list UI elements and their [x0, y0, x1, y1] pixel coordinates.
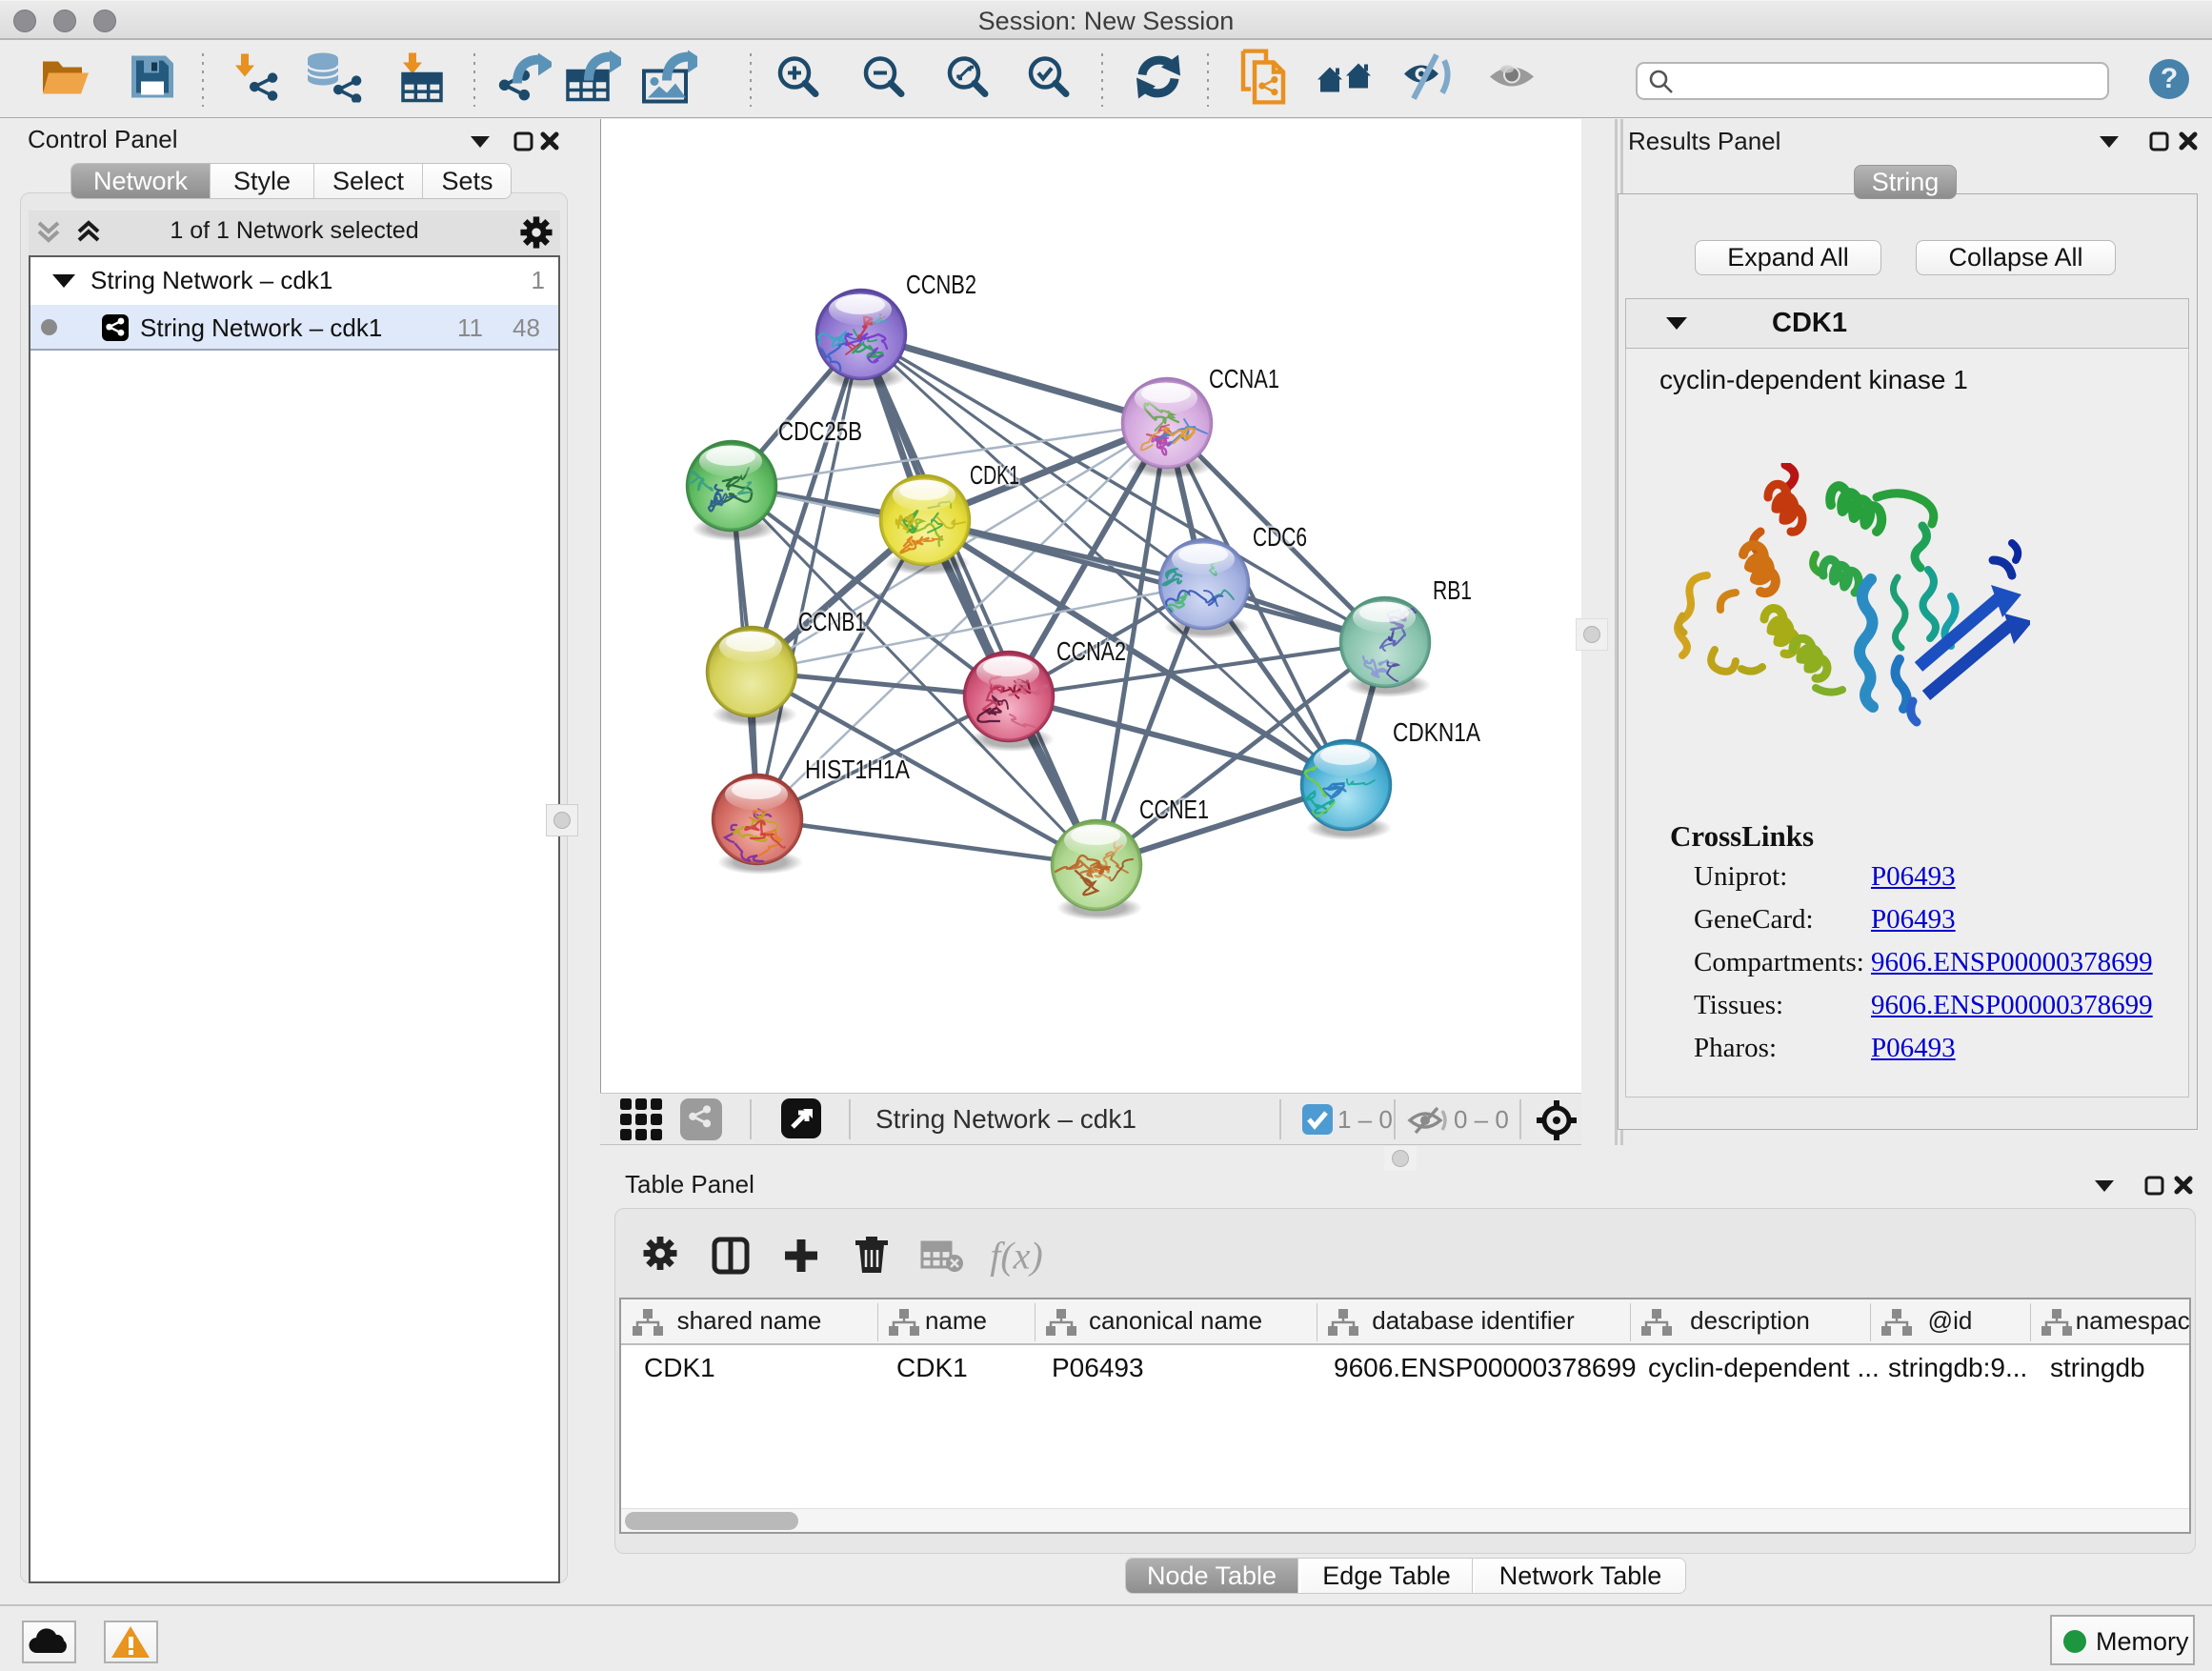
svg-text:RB1: RB1: [1433, 575, 1472, 605]
svg-text:CCNE1: CCNE1: [1139, 795, 1209, 824]
svg-text:HIST1H1A: HIST1H1A: [805, 755, 910, 784]
svg-text:CCNB1: CCNB1: [798, 607, 866, 636]
svg-text:CDK1: CDK1: [970, 460, 1019, 490]
svg-text:CCNB2: CCNB2: [906, 270, 976, 299]
svg-text:CDC25B: CDC25B: [778, 416, 862, 446]
svg-text:CCNA2: CCNA2: [1056, 636, 1126, 666]
svg-text:CCNA1: CCNA1: [1209, 364, 1279, 393]
svg-text:CDKN1A: CDKN1A: [1393, 717, 1480, 747]
svg-text:CDC6: CDC6: [1253, 522, 1307, 552]
